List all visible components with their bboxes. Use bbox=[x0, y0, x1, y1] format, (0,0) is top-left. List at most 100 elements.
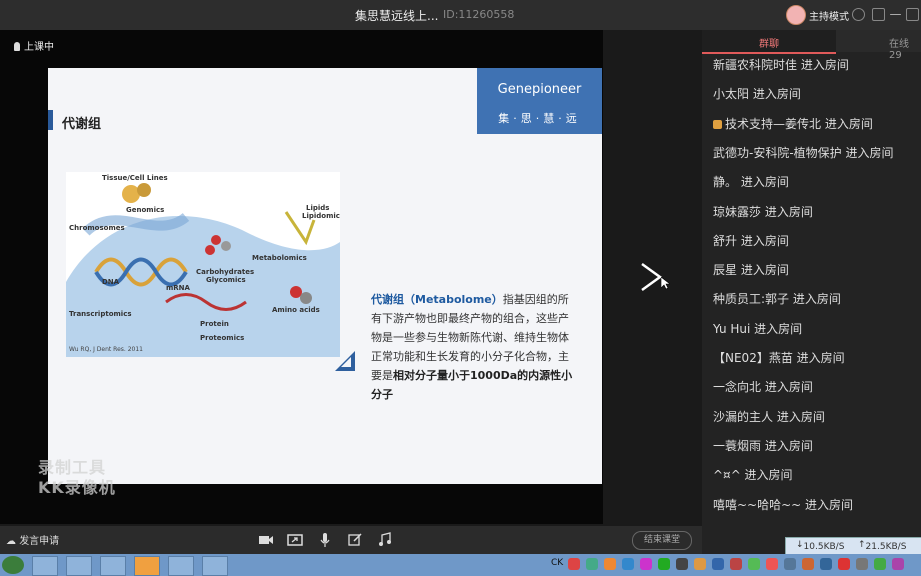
window-title: 集思慧远线上... bbox=[355, 9, 439, 23]
tray-icon[interactable] bbox=[604, 558, 616, 570]
chat-message: 沙漏的主人 进入房间 bbox=[713, 409, 825, 424]
tray-icon[interactable] bbox=[802, 558, 814, 570]
tray-icon[interactable] bbox=[874, 558, 886, 570]
staff-badge-icon bbox=[713, 119, 722, 129]
external-window-icon[interactable] bbox=[872, 8, 885, 21]
mouse-cursor-icon bbox=[661, 277, 670, 290]
meeting-id: ID:11260558 bbox=[443, 8, 515, 21]
os-taskbar: CK bbox=[0, 554, 921, 576]
chat-message: ^¤^ 进入房间 bbox=[713, 468, 793, 483]
chat-message: 小太阳 进入房间 bbox=[713, 87, 801, 102]
tray-icon[interactable] bbox=[640, 558, 652, 570]
title-bar: 集思慧远线上... ID:11260558 主持模式 bbox=[0, 0, 921, 30]
tray-icon[interactable] bbox=[892, 558, 904, 570]
chat-message: 武德功-安科院-植物保护 进入房间 bbox=[713, 145, 894, 160]
tray-icon[interactable] bbox=[856, 558, 868, 570]
figure-label: Transcriptomics bbox=[69, 310, 132, 318]
end-class-button[interactable]: 结束课堂 bbox=[632, 531, 692, 550]
tray-icon[interactable] bbox=[766, 558, 778, 570]
speak-request-button[interactable]: ☁ 发言申请 bbox=[6, 532, 59, 547]
figure-citation: Wu RQ, J Dent Res. 2011 bbox=[69, 346, 143, 353]
chat-message: 嘻嘻~~哈哈~~ 进入房间 bbox=[713, 497, 854, 512]
microphone-icon bbox=[14, 42, 20, 51]
figure-label: Amino acids bbox=[272, 306, 320, 314]
paragraph-term: 代谢组（Metabolome） bbox=[371, 293, 503, 306]
chat-sidebar: 群聊 在线29 新疆农科院时佳 进入房间 小太阳 进入房间 技术支持—姜传北 进入房… bbox=[702, 30, 921, 554]
sidebar-tabs: 群聊 在线29 bbox=[702, 30, 921, 61]
slide-paragraph: 代谢组（Metabolome）指基因组的所有下游产物也即最终产物的组合，这些产物… bbox=[371, 290, 575, 404]
tab-group-chat[interactable]: 群聊 bbox=[702, 30, 836, 54]
figure-label: Chromosomes bbox=[69, 224, 125, 232]
taskbar-app[interactable] bbox=[32, 556, 58, 576]
taskbar-app[interactable] bbox=[66, 556, 92, 576]
slide-heading: 代谢组 bbox=[62, 117, 102, 132]
chat-message: 琼妹露莎 进入房间 bbox=[713, 204, 813, 219]
corner-arrow-icon bbox=[335, 351, 355, 371]
camera-icon[interactable] bbox=[258, 532, 274, 548]
paragraph-bold: 相对分子量小于1000Da的内源性小分子 bbox=[371, 369, 573, 401]
tray-icon[interactable] bbox=[820, 558, 832, 570]
tray-icon[interactable] bbox=[838, 558, 850, 570]
microphone-icon[interactable] bbox=[317, 532, 333, 548]
taskbar-app[interactable] bbox=[134, 556, 160, 576]
minimize-icon[interactable] bbox=[890, 14, 901, 15]
taskbar-app[interactable] bbox=[100, 556, 126, 576]
chat-message: 静。 进入房间 bbox=[713, 175, 789, 190]
chat-message: 舒升 进入房间 bbox=[713, 233, 789, 248]
chat-message: 技术支持—姜传北 进入房间 bbox=[713, 115, 873, 132]
omics-figure: Tissue/Cell Lines Genomics Chromosomes D… bbox=[66, 172, 340, 357]
tray-icon[interactable] bbox=[586, 558, 598, 570]
tab-online[interactable]: 在线29 bbox=[889, 35, 921, 61]
tray-icon[interactable] bbox=[676, 558, 688, 570]
music-icon[interactable] bbox=[377, 532, 393, 548]
figure-label: Protein bbox=[200, 320, 229, 328]
figure-label: Genomics bbox=[126, 206, 165, 214]
host-mode-label[interactable]: 主持模式 bbox=[809, 8, 849, 23]
chat-message: 【NE02】燕苗 进入房间 bbox=[713, 351, 845, 365]
chat-message: 辰星 进入房间 bbox=[713, 263, 789, 278]
chat-message: 一蓑烟雨 进入房间 bbox=[713, 438, 813, 453]
logo-english: Genepioneer bbox=[497, 82, 582, 97]
settings-icon[interactable] bbox=[852, 8, 865, 21]
figure-label: Tissue/Cell Lines bbox=[102, 174, 168, 182]
taskbar-app[interactable] bbox=[202, 556, 228, 576]
live-status: 上课中 bbox=[14, 38, 54, 53]
tray-icon[interactable] bbox=[748, 558, 760, 570]
figure-label: Proteomics bbox=[200, 334, 245, 342]
presentation-slide: 代谢组 Genepioneer 集·思·慧·远 Tissue/Cell Line… bbox=[48, 68, 602, 484]
company-logo: Genepioneer 集·思·慧·远 bbox=[477, 68, 602, 134]
omics-illustration bbox=[66, 183, 340, 357]
tray-icon[interactable] bbox=[694, 558, 706, 570]
control-bar: ☁ 发言申请 结束课堂 bbox=[0, 526, 702, 554]
figure-label: Lipidomics bbox=[302, 212, 340, 220]
download-speed: ↓ 10.5KB/S bbox=[796, 540, 845, 552]
watermark-line-1: 录制工具 bbox=[38, 458, 107, 477]
figure-label: Metabolomics bbox=[252, 254, 307, 262]
tray-icon[interactable] bbox=[784, 558, 796, 570]
figure-label: DNA bbox=[102, 278, 120, 286]
chat-message: 一念向北 进入房间 bbox=[713, 380, 813, 395]
tray-icon[interactable] bbox=[658, 558, 670, 570]
upload-speed: ↑ 21.5KB/S bbox=[858, 540, 907, 552]
tray-icon[interactable] bbox=[730, 558, 742, 570]
host-avatar[interactable] bbox=[786, 5, 806, 25]
whiteboard-edit-icon[interactable] bbox=[347, 532, 363, 548]
tray-icon[interactable] bbox=[712, 558, 724, 570]
chat-message: 种质员工:郭子 进入房间 bbox=[713, 292, 841, 307]
watermark-line-2: KK录像机 bbox=[38, 478, 116, 497]
figure-label: Glycomics bbox=[206, 276, 246, 284]
chat-message: Yu Hui 进入房间 bbox=[713, 321, 803, 336]
network-speed-indicator: ↓ 10.5KB/S ↑ 21.5KB/S bbox=[785, 537, 921, 555]
tray-icon[interactable] bbox=[622, 558, 634, 570]
logo-chinese: 集·思·慧·远 bbox=[498, 112, 581, 125]
figure-label: Carbohydrates bbox=[196, 268, 255, 276]
heading-accent-bar bbox=[48, 110, 53, 130]
figure-label: Lipids bbox=[306, 204, 330, 212]
taskbar-app[interactable] bbox=[168, 556, 194, 576]
share-screen-icon[interactable] bbox=[287, 532, 303, 548]
recorder-watermark: 录制工具 KK录像机 bbox=[38, 458, 116, 498]
start-button[interactable] bbox=[2, 556, 24, 574]
maximize-icon[interactable] bbox=[906, 8, 919, 21]
tray-icon[interactable] bbox=[568, 558, 580, 570]
input-method-indicator[interactable]: CK bbox=[551, 558, 563, 568]
